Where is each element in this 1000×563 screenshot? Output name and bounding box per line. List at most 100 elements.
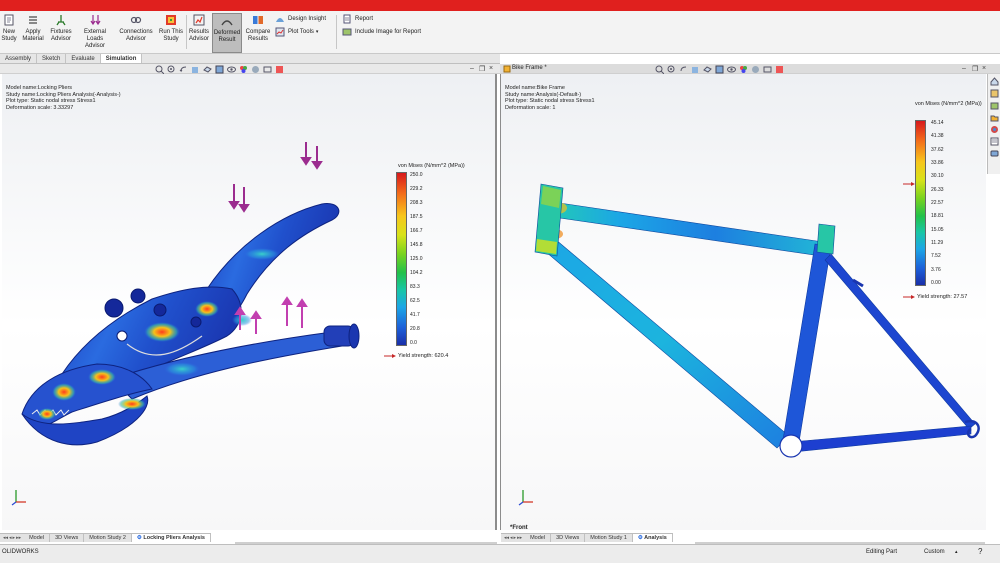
- tab-simulation-study[interactable]: ⚙ Locking Pliers Analysis: [131, 534, 211, 542]
- tab-simulation-study[interactable]: ⚙ Analysis: [632, 534, 673, 542]
- view-orientation-icon[interactable]: [703, 65, 712, 74]
- home-icon[interactable]: [989, 76, 999, 86]
- connections-advisor-icon: [129, 13, 143, 27]
- locking-pliers-stress-model[interactable]: [2, 74, 497, 530]
- tab-3d-views[interactable]: 3D Views: [551, 534, 586, 542]
- view-orientation-label: *Front: [510, 525, 528, 531]
- legend-tick-label: 15.05: [931, 226, 944, 233]
- tab-model[interactable]: Model: [24, 534, 51, 542]
- task-pane-toolbar: [987, 74, 1000, 174]
- button-label: Fixtures: [50, 29, 72, 35]
- button-label: External Loads: [83, 29, 106, 42]
- external-loads-button[interactable]: External Loads Advisor: [76, 13, 114, 53]
- command-manager-tabs: Assembly Sketch Evaluate Simulation: [0, 54, 500, 64]
- zoom-fit-icon[interactable]: [655, 65, 664, 74]
- include-image-label: Include Image for Report: [355, 29, 422, 35]
- tab-evaluate[interactable]: Evaluate: [66, 54, 101, 63]
- connections-advisor-button[interactable]: Connections Advisor: [118, 13, 154, 53]
- left-viewport-titlebar: – ❐ ×: [0, 64, 500, 74]
- restore-icon[interactable]: ❐: [972, 65, 978, 73]
- scene-icon[interactable]: [251, 65, 260, 74]
- right-viewport-titlebar: Bike Frame * – ❐ ×: [500, 64, 1000, 74]
- help-icon[interactable]: ?: [978, 547, 982, 556]
- simulation-display-icon[interactable]: [775, 65, 784, 74]
- tab-simulation[interactable]: Simulation: [100, 54, 143, 63]
- report-button[interactable]: Report: [342, 13, 373, 25]
- hide-show-icon[interactable]: [227, 65, 236, 74]
- section-view-icon[interactable]: [191, 65, 200, 74]
- previous-view-icon[interactable]: [679, 65, 688, 74]
- previous-view-icon[interactable]: [179, 65, 188, 74]
- apply-material-button[interactable]: Apply Material: [20, 13, 46, 53]
- forum-icon[interactable]: [989, 148, 999, 158]
- minimize-icon[interactable]: –: [962, 65, 966, 72]
- design-insight-button[interactable]: Design Insight: [275, 13, 326, 25]
- hide-show-icon[interactable]: [727, 65, 736, 74]
- edit-appearance-icon[interactable]: [739, 65, 748, 74]
- button-label: Compare: [245, 29, 271, 35]
- tab-scroll-arrows[interactable]: ◂◂ ◂ ▸ ▸▸: [0, 534, 24, 542]
- chevron-up-icon[interactable]: ▴: [955, 549, 958, 555]
- section-view-icon[interactable]: [691, 65, 700, 74]
- tab-model[interactable]: Model: [525, 534, 552, 542]
- design-insight-icon: [275, 14, 285, 24]
- prev-tab-icon[interactable]: ◂: [9, 535, 12, 541]
- compare-results-button[interactable]: Compare Results: [244, 13, 272, 53]
- tab-3d-views[interactable]: 3D Views: [50, 534, 85, 542]
- close-icon[interactable]: ×: [489, 65, 493, 72]
- restore-icon[interactable]: ❐: [479, 65, 485, 73]
- simulation-display-icon[interactable]: [275, 65, 284, 74]
- results-advisor-button[interactable]: Results Advisor: [188, 13, 210, 53]
- tab-label: Analysis: [644, 535, 667, 541]
- view-orientation-icon[interactable]: [203, 65, 212, 74]
- scene-icon[interactable]: [751, 65, 760, 74]
- zoom-area-icon[interactable]: [667, 65, 676, 74]
- close-icon[interactable]: ×: [982, 65, 986, 72]
- zoom-fit-icon[interactable]: [155, 65, 164, 74]
- legend-title: von Mises (N/mm^2 (MPa)): [915, 101, 982, 107]
- last-tab-icon[interactable]: ▸▸: [16, 535, 21, 541]
- run-study-button[interactable]: Run This Study: [158, 13, 184, 53]
- custom-properties-icon[interactable]: [989, 136, 999, 146]
- left-graphics-area[interactable]: Model name:Locking Pliers Study name:Loc…: [2, 74, 497, 530]
- appearances-icon[interactable]: [989, 124, 999, 134]
- legend-marker-icon: [903, 182, 915, 186]
- plot-tools-label: Plot Tools: [288, 29, 314, 35]
- view-settings-icon[interactable]: [763, 65, 772, 74]
- legend-tick-label: 166.7: [410, 228, 423, 234]
- include-image-button[interactable]: Include Image for Report: [342, 26, 421, 38]
- edit-appearance-icon[interactable]: [239, 65, 248, 74]
- tab-motion-study[interactable]: Motion Study 1: [585, 534, 633, 542]
- view-settings-icon[interactable]: [263, 65, 272, 74]
- deformed-result-button[interactable]: Deformed Result: [212, 13, 242, 53]
- display-style-icon[interactable]: [215, 65, 224, 74]
- legend-tick-label: 3.76: [931, 266, 941, 273]
- file-explorer-icon[interactable]: [989, 112, 999, 122]
- prev-tab-icon[interactable]: ◂: [510, 535, 513, 541]
- tab-scroll-arrows[interactable]: ◂◂ ◂ ▸ ▸▸: [501, 534, 525, 542]
- display-style-icon[interactable]: [715, 65, 724, 74]
- zoom-area-icon[interactable]: [167, 65, 176, 74]
- button-label: Connections: [119, 29, 153, 35]
- left-model-tabs: ◂◂ ◂ ▸ ▸▸ Model 3D Views Motion Study 2 ⚙ L…: [0, 533, 211, 542]
- first-tab-icon[interactable]: ◂◂: [3, 535, 8, 541]
- minimize-icon[interactable]: –: [470, 65, 474, 72]
- last-tab-icon[interactable]: ▸▸: [517, 535, 522, 541]
- plot-tools-button[interactable]: Plot Tools ▾: [275, 26, 318, 38]
- compare-results-icon: [251, 13, 265, 27]
- design-library-icon[interactable]: [989, 100, 999, 110]
- tab-sketch[interactable]: Sketch: [37, 54, 67, 63]
- first-tab-icon[interactable]: ◂◂: [504, 535, 509, 541]
- fixtures-advisor-button[interactable]: Fixtures Advisor: [48, 13, 74, 53]
- tab-assembly[interactable]: Assembly: [0, 54, 38, 63]
- legend-tick-label: 0.0: [410, 340, 417, 346]
- coordinate-triad-icon: [518, 490, 533, 506]
- next-tab-icon[interactable]: ▸: [514, 535, 517, 541]
- unit-system[interactable]: Custom: [924, 549, 945, 555]
- right-graphics-area[interactable]: Model name:Bike Frame Study name:Analysi…: [500, 74, 986, 530]
- next-tab-icon[interactable]: ▸: [13, 535, 16, 541]
- resources-icon[interactable]: [989, 88, 999, 98]
- new-study-button[interactable]: New Study: [1, 13, 17, 53]
- tab-motion-study[interactable]: Motion Study 2: [84, 534, 132, 542]
- legend-tick-label: 229.2: [410, 186, 423, 192]
